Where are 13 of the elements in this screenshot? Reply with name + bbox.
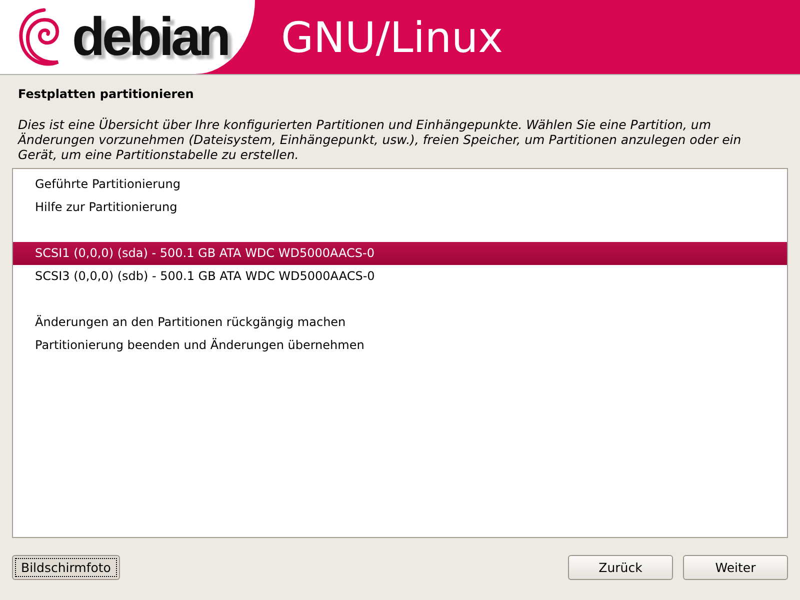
screenshot-button[interactable]: Bildschirmfoto	[12, 555, 120, 580]
list-item[interactable]: Geführte Partitionierung	[13, 173, 787, 196]
next-button[interactable]: Weiter	[683, 555, 788, 580]
logo-text: debian	[72, 10, 228, 64]
list-item[interactable]: Änderungen an den Partitionen rückgängig machen	[13, 311, 787, 334]
page-title: Festplatten partitionieren	[17, 87, 195, 101]
list-item[interactable]: Hilfe zur Partitionierung	[13, 196, 787, 219]
list-item[interactable]: SCSI3 (0,0,0) (sdb) - 500.1 GB ATA WDC WD5000AACS-0	[13, 265, 787, 288]
list-item[interactable]: Partitionierung beenden und Änderungen übernehmen	[13, 334, 787, 357]
description-text: Dies ist eine Übersicht über Ihre konfigurierten Partitionen und Einhängepunkte. Wählen Sie eine Partition, um Änderungen vorzunehmen (Dateisystem, Einhängepunkt, usw.), freien Speicher, um Partitionen anzulegen oder ein Gerät, um eine Partitionstabelle zu erstellen.	[16, 117, 742, 162]
list-item[interactable]: SCSI1 (0,0,0) (sda) - 500.1 GB ATA WDC WD5000AACS-0	[13, 242, 787, 265]
back-button[interactable]: Zurück	[568, 555, 673, 580]
header-title: GNU/Linux	[281, 12, 504, 62]
